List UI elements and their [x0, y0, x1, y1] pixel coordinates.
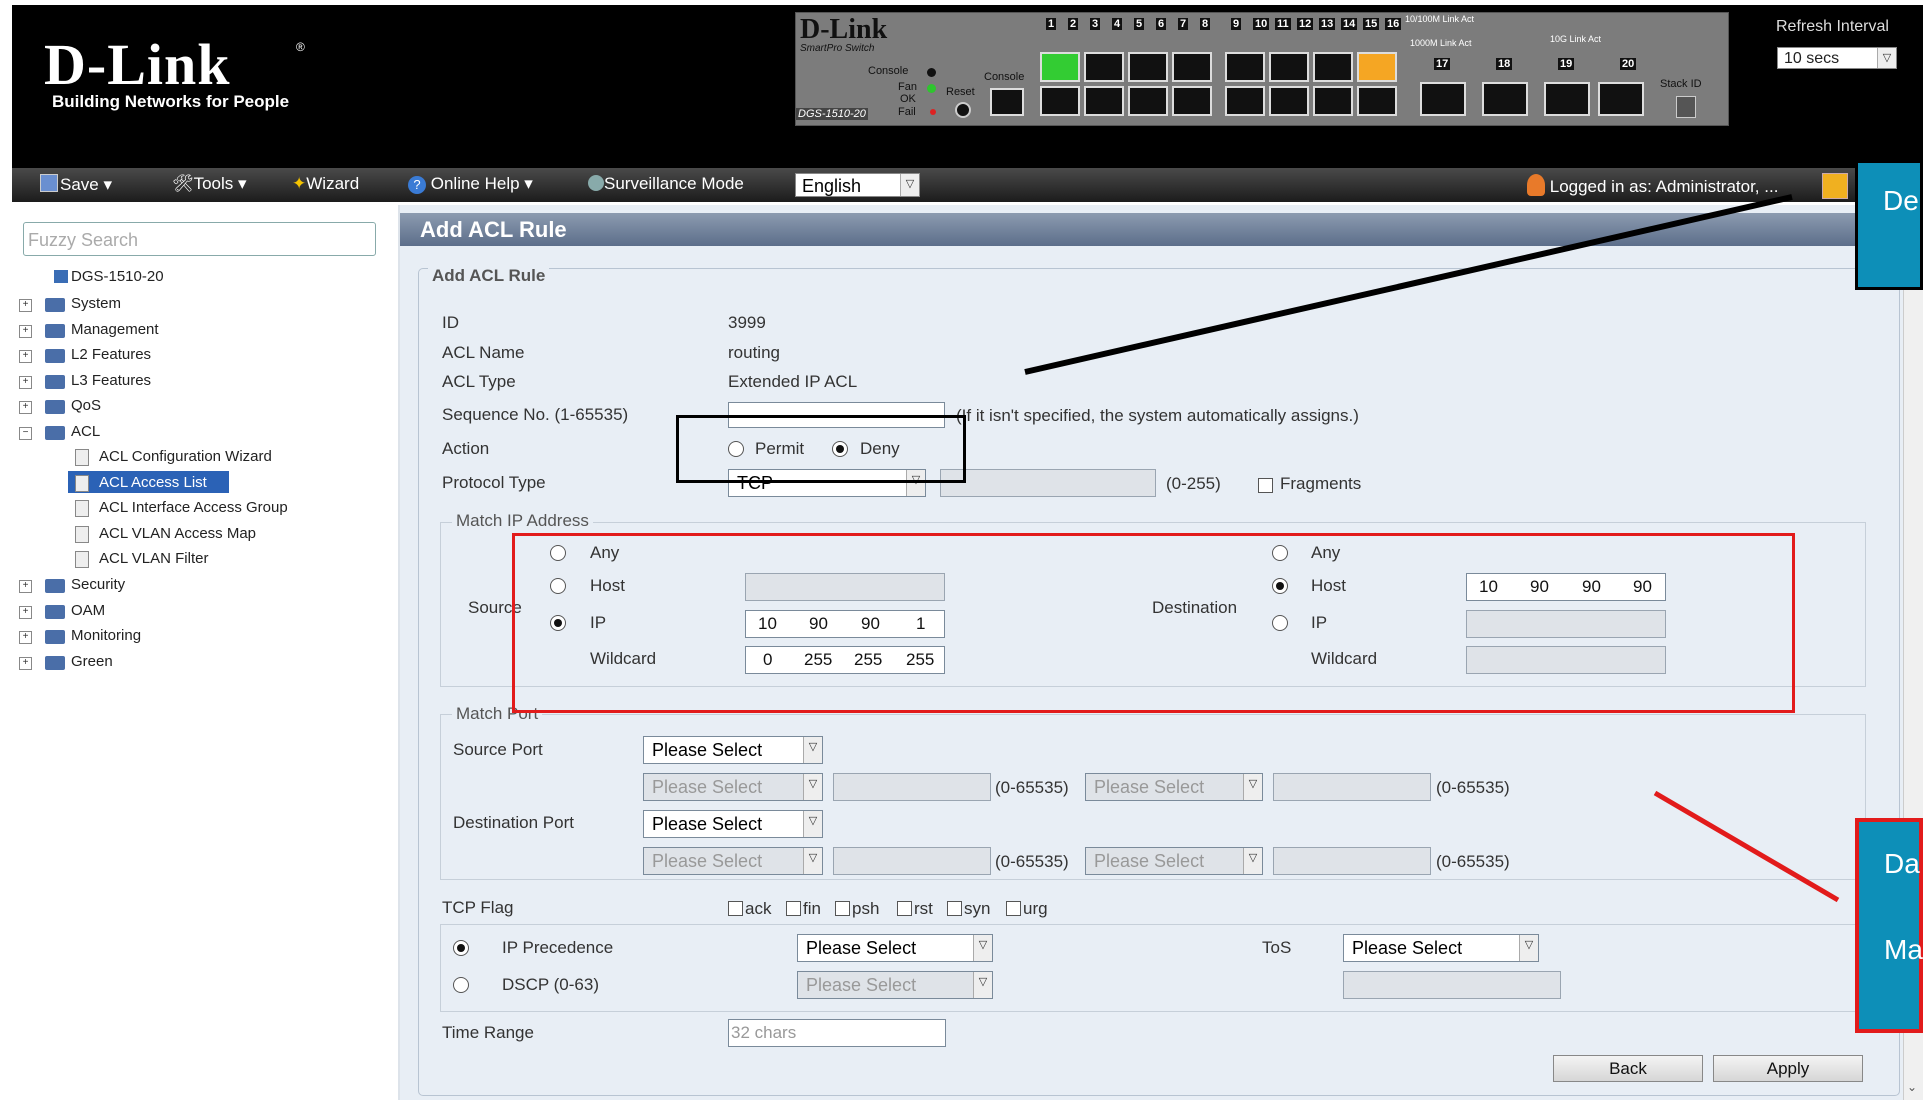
sidebar-item[interactable]: QoS: [71, 397, 101, 414]
sidebar-acl-item[interactable]: ACL VLAN Access Map: [99, 525, 256, 542]
black-arrow-line: [1024, 194, 1793, 375]
expand-toggle-icon[interactable]: +: [19, 375, 32, 389]
expand-toggle-icon[interactable]: +: [19, 401, 32, 414]
expand-toggle-icon[interactable]: +: [19, 324, 32, 338]
folder-icon: [45, 323, 65, 338]
expand-toggle-icon[interactable]: +: [19, 580, 32, 593]
annotation-arrows: [1024, 194, 1840, 903]
sidebar-item[interactable]: System: [71, 295, 121, 312]
folder-icon: [45, 655, 65, 670]
expand-toggle-icon[interactable]: +: [19, 299, 32, 312]
sidebar-item[interactable]: Monitoring: [71, 627, 141, 644]
expand-toggle-icon[interactable]: +: [19, 631, 32, 644]
document-icon: [75, 525, 89, 543]
folder-icon: [45, 630, 65, 644]
callout-bottom-line-2: Ma: [1884, 934, 1923, 965]
sidebar-item[interactable]: ACL: [71, 423, 100, 440]
expand-toggle-icon[interactable]: +: [19, 656, 32, 670]
folder-icon: [45, 349, 65, 363]
folder-icon: [45, 604, 65, 619]
sidebar-item[interactable]: Management: [71, 321, 159, 338]
document-icon: [75, 449, 89, 466]
sidebar-acl-item[interactable]: ACL VLAN Filter: [99, 550, 208, 567]
expand-toggle-icon[interactable]: +: [19, 605, 32, 619]
callout-bottom-line-1: Da: [1884, 848, 1920, 879]
document-icon: [75, 551, 89, 568]
sidebar-acl-item[interactable]: ACL Access List: [99, 474, 207, 491]
sidebar-acl-item[interactable]: ACL Configuration Wizard: [99, 448, 272, 465]
folder-icon: [45, 579, 65, 593]
sidebar-item[interactable]: Green: [71, 653, 113, 670]
folder-icon: [45, 425, 65, 440]
expand-toggle-icon[interactable]: −: [19, 426, 32, 440]
document-icon: [75, 474, 89, 492]
folder-icon: [45, 400, 65, 414]
callout-top: De: [1855, 160, 1923, 290]
sidebar-item[interactable]: L3 Features: [71, 372, 151, 389]
document-icon: [75, 500, 89, 517]
red-arrow-line: [1653, 790, 1840, 903]
sidebar-item[interactable]: OAM: [71, 602, 105, 619]
folder-icon: [45, 374, 65, 389]
sidebar-item[interactable]: Security: [71, 576, 125, 593]
folder-icon: [45, 298, 65, 312]
expand-toggle-icon[interactable]: +: [19, 350, 32, 363]
sidebar-acl-item[interactable]: ACL Interface Access Group: [99, 499, 288, 516]
sidebar-item[interactable]: L2 Features: [71, 346, 151, 363]
callout-bottom: Da Ma: [1855, 818, 1923, 1033]
